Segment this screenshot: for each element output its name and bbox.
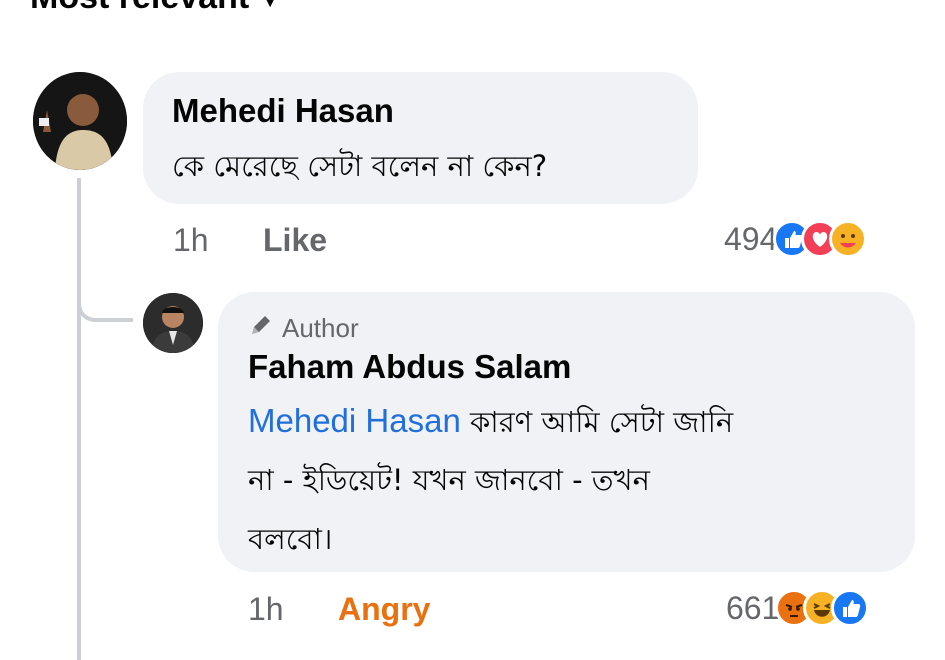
reply-text-line-3: বলবো।	[248, 522, 333, 556]
chevron-down-icon: ▼	[259, 0, 281, 13]
reply-reaction-summary[interactable]: 661	[726, 589, 870, 627]
sort-label: Most relevant	[30, 0, 249, 17]
comment-text: কে মেরেছে সেটা বলেন না কেন?	[172, 149, 548, 183]
thread-line-branch	[77, 270, 133, 322]
author-badge: Author	[248, 312, 359, 345]
angry-button[interactable]: Angry	[338, 591, 430, 628]
reply-text-line-1: Mehedi Hasan কারণ আমি সেটা জানি	[248, 392, 733, 451]
reply-author[interactable]: Faham Abdus Salam	[248, 348, 571, 386]
like-icon	[831, 589, 870, 627]
sort-dropdown[interactable]: Most relevant ▼	[30, 0, 281, 17]
like-button[interactable]: Like	[263, 222, 327, 259]
comment-author[interactable]: Mehedi Hasan	[172, 92, 394, 130]
avatar[interactable]	[143, 293, 203, 353]
reply-text-line-2: না - ইডিয়েট! যখন জানবো - তখন	[248, 463, 650, 497]
mention-link[interactable]: Mehedi Hasan	[248, 402, 461, 439]
reaction-count: 661	[726, 589, 780, 626]
reply-text: কারণ আমি সেটা জানি	[460, 405, 734, 439]
author-badge-label: Author	[282, 313, 359, 343]
reaction-summary[interactable]: 494	[724, 220, 868, 258]
care-icon	[829, 220, 868, 258]
reply-time[interactable]: 1h	[248, 591, 284, 628]
thread-line	[77, 178, 81, 660]
comment-time[interactable]: 1h	[173, 222, 209, 259]
reaction-count: 494	[724, 220, 778, 257]
pencil-icon	[248, 312, 274, 345]
avatar[interactable]	[33, 72, 127, 170]
